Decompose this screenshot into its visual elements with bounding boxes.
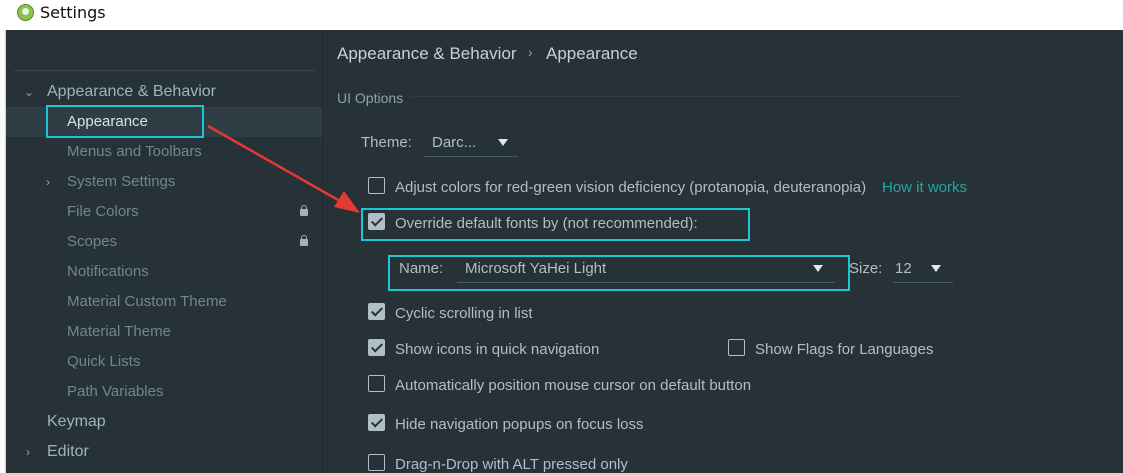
- sidebar-item-label: Menus and Toolbars: [67, 143, 202, 160]
- sidebar-item-label: Quick Lists: [67, 353, 141, 370]
- sidebar-item-label: Keymap: [47, 413, 106, 430]
- sidebar-item-appearance-behavior[interactable]: ⌄ Appearance & Behavior: [6, 77, 322, 107]
- chevron-right-icon[interactable]: ›: [26, 437, 30, 467]
- font-size-value: 12: [895, 260, 912, 277]
- settings-sidebar: ⌄ Appearance & Behavior Appearance Menus…: [6, 30, 322, 473]
- sidebar-item-label: Appearance & Behavior: [47, 83, 216, 100]
- auto-cursor-checkbox[interactable]: [368, 375, 385, 392]
- section-divider: [411, 96, 961, 97]
- sidebar-item-menus-toolbars[interactable]: Menus and Toolbars: [6, 137, 322, 167]
- chevron-down-icon[interactable]: ⌄: [24, 77, 34, 107]
- settings-content-panel: Appearance & Behavior › Appearance UI Op…: [322, 30, 1123, 473]
- annotation-box-appearance: [46, 105, 204, 138]
- theme-label: Theme:: [361, 134, 412, 151]
- drag-drop-label: Drag-n-Drop with ALT pressed only: [395, 456, 628, 473]
- breadcrumb-current: Appearance: [546, 44, 638, 63]
- hide-popups-checkbox[interactable]: [368, 414, 385, 431]
- show-icons-checkbox[interactable]: [368, 339, 385, 356]
- breadcrumb-separator-icon: ›: [528, 44, 533, 60]
- breadcrumb-parent[interactable]: Appearance & Behavior: [337, 44, 517, 64]
- title-bar: Settings: [0, 0, 1123, 31]
- cyclic-scrolling-checkbox[interactable]: [368, 303, 385, 320]
- show-flags-label: Show Flags for Languages: [755, 341, 934, 358]
- font-size-label: Size:: [849, 260, 883, 277]
- sidebar-item-label: Material Theme: [67, 323, 171, 340]
- sidebar-separator: [14, 70, 315, 71]
- chevron-right-icon[interactable]: ›: [46, 167, 50, 197]
- android-studio-icon: [17, 4, 34, 21]
- project-scope-icon: [300, 205, 308, 216]
- sidebar-item-editor[interactable]: › Editor: [6, 437, 322, 467]
- sidebar-item-scopes[interactable]: Scopes: [6, 227, 322, 257]
- sidebar-item-notifications[interactable]: Notifications: [6, 257, 322, 287]
- sidebar-item-file-colors[interactable]: File Colors: [6, 197, 322, 227]
- adjust-colors-label: Adjust colors for red-green vision defic…: [395, 179, 867, 196]
- sidebar-item-label: Scopes: [67, 233, 118, 250]
- annotation-box-override-fonts: [361, 208, 750, 241]
- project-scope-icon: [300, 235, 308, 246]
- sidebar-item-label: Material Custom Theme: [67, 293, 227, 310]
- show-icons-label: Show icons in quick navigation: [395, 341, 600, 358]
- auto-cursor-label: Automatically position mouse cursor on d…: [395, 377, 752, 394]
- how-it-works-link[interactable]: How it works: [882, 179, 967, 196]
- font-size-dropdown[interactable]: 12: [893, 256, 953, 283]
- sidebar-item-label: Editor: [47, 443, 89, 460]
- section-title: UI Options: [337, 90, 404, 106]
- sidebar-item-label: System Settings: [67, 173, 176, 190]
- sidebar-item-material-custom-theme[interactable]: Material Custom Theme: [6, 287, 322, 317]
- theme-value: Darc...: [432, 134, 477, 151]
- sidebar-item-material-theme[interactable]: Material Theme: [6, 317, 322, 347]
- hide-popups-label: Hide navigation popups on focus loss: [395, 416, 644, 433]
- sidebar-item-path-variables[interactable]: Path Variables: [6, 377, 322, 407]
- sidebar-item-system-settings[interactable]: › System Settings: [6, 167, 322, 197]
- annotation-box-font-settings: [388, 255, 850, 291]
- sidebar-item-label: Notifications: [67, 263, 149, 280]
- window-title: Settings: [40, 3, 106, 22]
- caret-down-icon: [498, 139, 508, 146]
- caret-down-icon: [931, 265, 941, 272]
- show-flags-checkbox[interactable]: [728, 339, 745, 356]
- cyclic-scrolling-label: Cyclic scrolling in list: [395, 305, 533, 322]
- sidebar-item-keymap[interactable]: Keymap: [6, 407, 322, 437]
- sidebar-item-label: Path Variables: [67, 383, 164, 400]
- sidebar-item-label: File Colors: [67, 203, 139, 220]
- sidebar-item-quick-lists[interactable]: Quick Lists: [6, 347, 322, 377]
- drag-drop-checkbox[interactable]: [368, 454, 385, 471]
- theme-dropdown[interactable]: Darc...: [424, 130, 518, 157]
- adjust-colors-checkbox[interactable]: [368, 177, 385, 194]
